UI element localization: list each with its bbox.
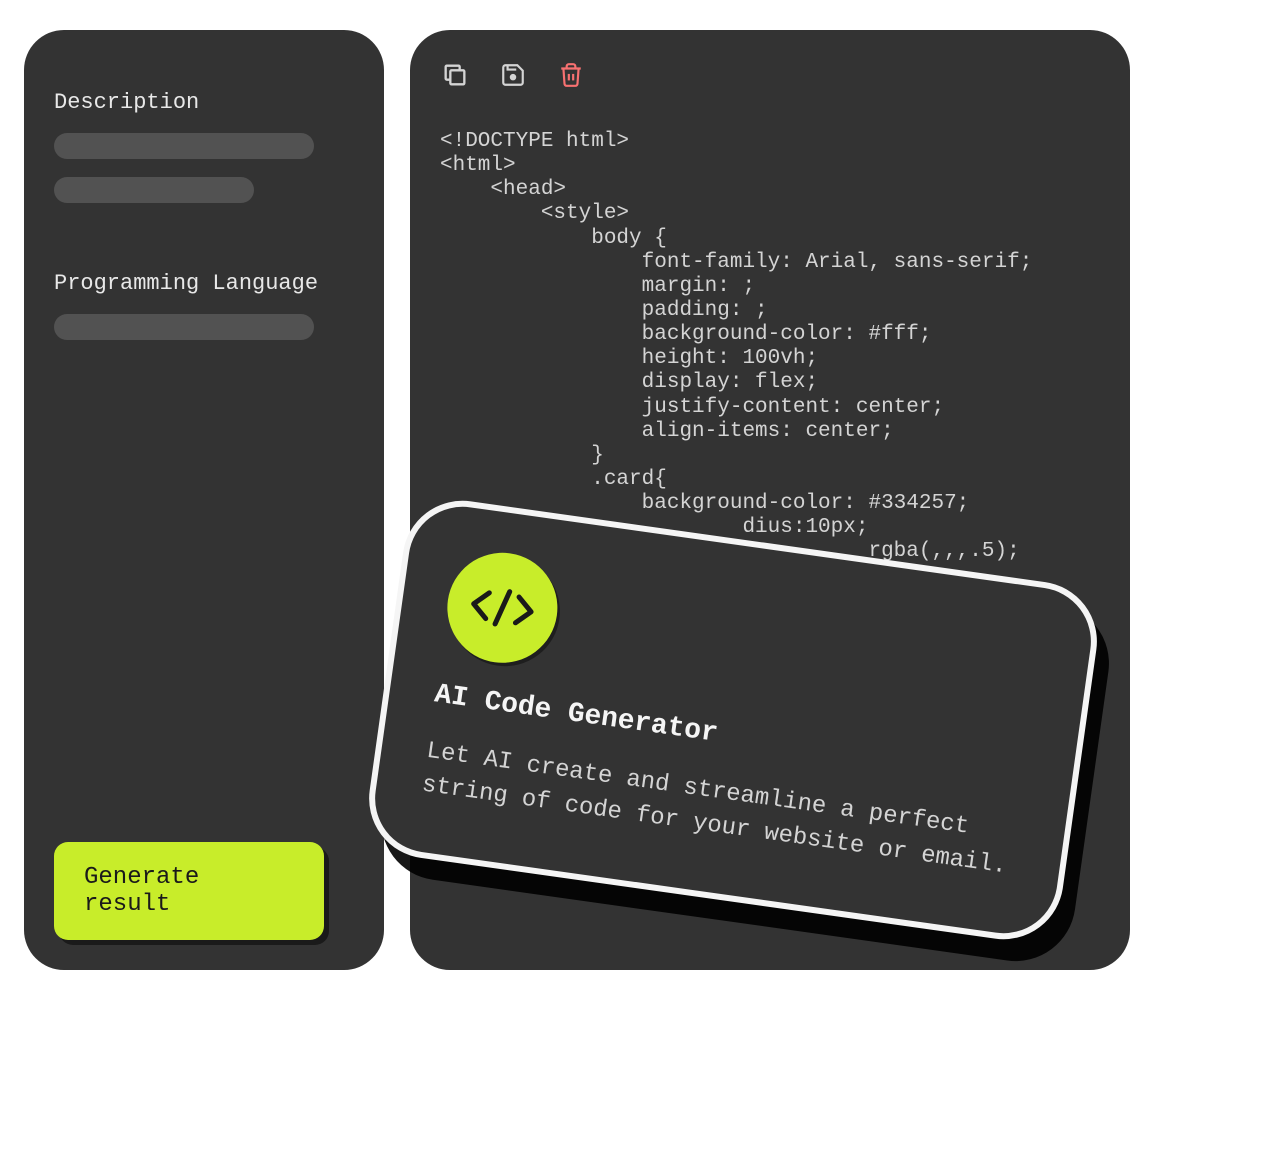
language-input[interactable] <box>54 314 314 340</box>
description-label: Description <box>54 90 354 115</box>
code-content: <!DOCTYPE html> <html> <head> <style> bo… <box>440 130 1100 565</box>
save-icon[interactable] <box>498 60 528 90</box>
code-toolbar <box>440 60 1100 90</box>
delete-icon[interactable] <box>556 60 586 90</box>
description-input-line-2[interactable] <box>54 177 254 203</box>
copy-icon[interactable] <box>440 60 470 90</box>
language-label: Programming Language <box>54 271 354 296</box>
sidebar-panel: Description Programming Language Generat… <box>24 30 384 970</box>
description-input-line-1[interactable] <box>54 133 314 159</box>
generate-button[interactable]: Generate result <box>54 842 324 940</box>
code-icon <box>440 546 564 670</box>
